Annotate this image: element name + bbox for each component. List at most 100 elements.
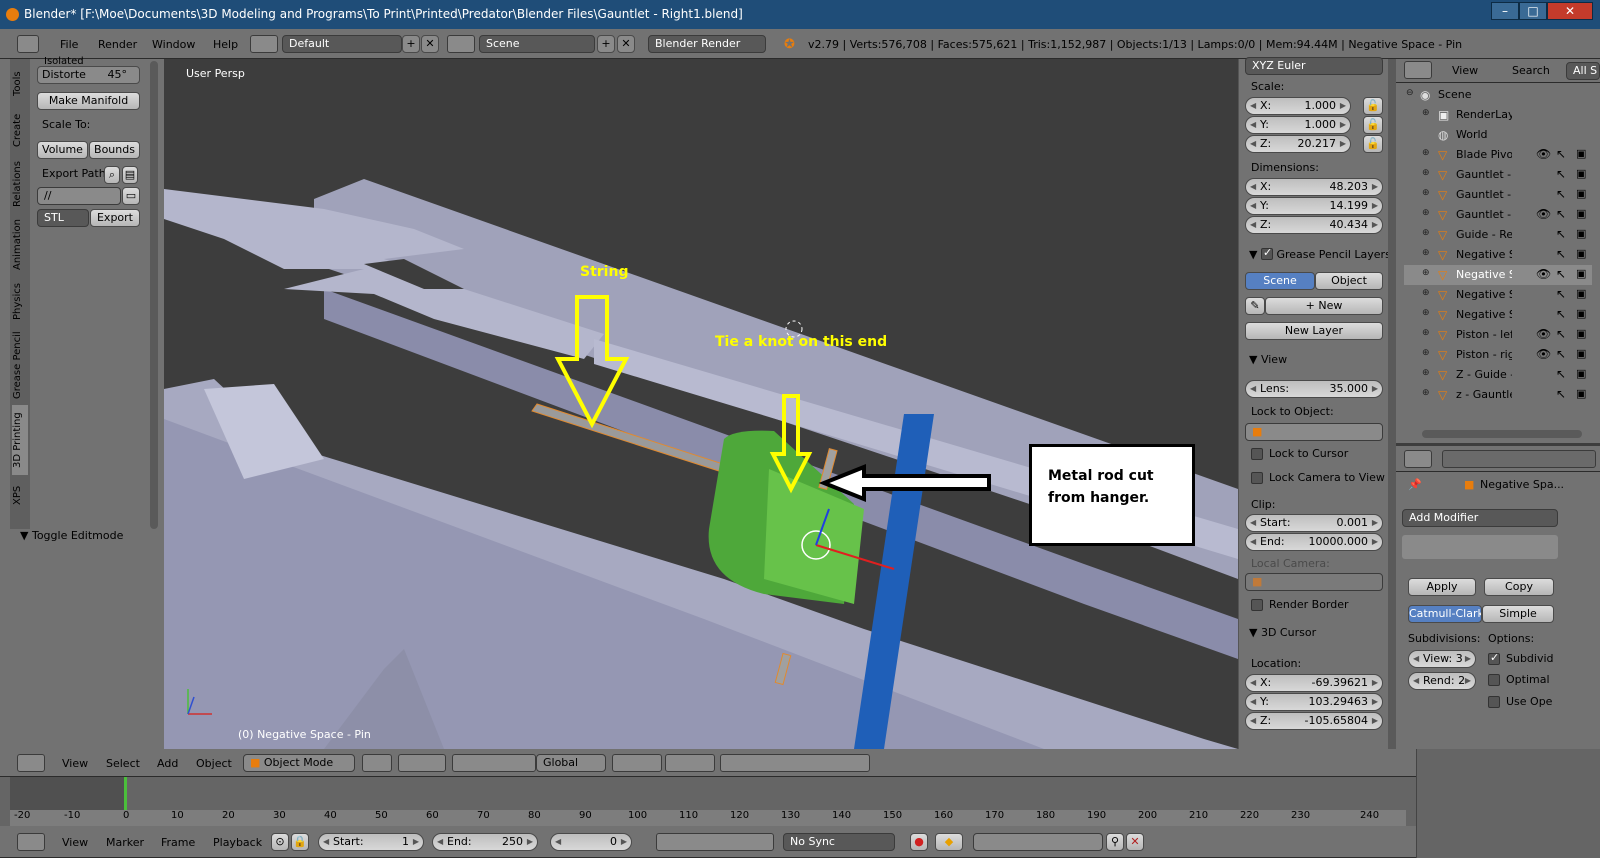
outliner-row[interactable]: ⊕ ▽ Piston - rig 👁 ↖ ▣ (1404, 345, 1592, 365)
layer-buttons-1[interactable] (612, 754, 662, 772)
outliner-row[interactable]: ⊕ ▽ Gauntlet - ↖ ▣ (1404, 185, 1592, 205)
eyedropper-icon[interactable]: ⌕ (104, 166, 120, 184)
render-engine-select[interactable]: Blender Render (648, 35, 766, 53)
menu-help[interactable]: Help (213, 38, 238, 51)
outliner-search-menu[interactable]: Search (1512, 64, 1550, 77)
outliner-scrollbar[interactable] (1422, 430, 1582, 438)
dimension-y-field[interactable]: ◀ Y: 14.199 ▶ (1245, 197, 1383, 215)
manipulator-buttons[interactable] (452, 754, 536, 772)
outliner-row[interactable]: ⊕ ▽ z - Gauntle ↖ ▣ (1404, 385, 1592, 405)
lens-field[interactable]: ◀ Lens: 35.000 ▶ (1245, 380, 1383, 398)
keying-set-field[interactable] (973, 833, 1103, 851)
layout-add-button[interactable]: + (402, 35, 420, 53)
toggle-editmode-panel[interactable]: ▼ Toggle Editmode (20, 529, 123, 542)
shading-select[interactable] (362, 754, 392, 772)
minimize-button[interactable]: – (1491, 2, 1519, 20)
export-format-select[interactable]: STL (37, 209, 89, 227)
new-layer-button[interactable]: New Layer (1245, 322, 1383, 340)
grease-object-tab[interactable]: Object (1315, 272, 1383, 290)
tab-physics[interactable]: Physics (12, 279, 28, 325)
grease-new-button[interactable]: + New (1265, 297, 1383, 315)
sync-mode-select[interactable]: No Sync (783, 833, 895, 851)
scale-x-field[interactable]: ◀ X: 1.000 ▶ (1245, 97, 1351, 115)
lock-icon[interactable]: 🔒 (291, 833, 309, 851)
outliner-row[interactable]: ⊕ ▽ Negative S ↖ ▣ (1404, 285, 1592, 305)
scene-add-button[interactable]: + (597, 35, 615, 53)
modifier-header[interactable] (1402, 535, 1558, 559)
close-button[interactable]: ✕ (1547, 2, 1593, 20)
clip-end-field[interactable]: ◀ End: 10000.000 ▶ (1245, 533, 1383, 551)
end-frame-field[interactable]: ◀ End: 250 ▶ (432, 833, 538, 851)
lock-cursor-checkbox[interactable] (1251, 448, 1263, 460)
outliner-row[interactable]: ⊕ ▽ Gauntlet - ↖ ▣ (1404, 165, 1592, 185)
outliner-view-menu[interactable]: View (1452, 64, 1478, 77)
timeline-marker-menu[interactable]: Marker (106, 836, 144, 849)
optimal-checkbox[interactable] (1488, 674, 1500, 686)
cursor-z-field[interactable]: ◀ Z: -105.65804 ▶ (1245, 712, 1383, 730)
outliner-row[interactable]: ◍ World (1404, 125, 1592, 145)
menu-render[interactable]: Render (98, 38, 137, 51)
view-menu[interactable]: View (62, 757, 88, 770)
layer-buttons-2[interactable] (665, 754, 715, 772)
viewport-tools[interactable] (720, 754, 870, 772)
outliner-row[interactable]: ⊕ ▽ Blade Pivo 👁 ↖ ▣ (1404, 145, 1592, 165)
subdivide-uvs-checkbox[interactable] (1488, 651, 1500, 665)
outliner-row[interactable]: ⊕ ▣ RenderLay (1404, 105, 1592, 125)
file-browse-icon[interactable]: ▤ (122, 166, 138, 184)
tab-relations[interactable]: Relations (12, 157, 28, 211)
volume-button[interactable]: Volume (37, 141, 88, 159)
playback-controls[interactable] (656, 833, 774, 851)
3d-viewport[interactable]: User Persp (0) Negative Space - Pin Stri… (164, 59, 1238, 749)
opensubdiv-checkbox[interactable] (1488, 696, 1500, 708)
outliner-row[interactable]: ⊕ ▽ Piston - lef 👁 ↖ ▣ (1404, 325, 1592, 345)
layout-remove-button[interactable]: ✕ (421, 35, 439, 53)
folder-icon[interactable]: ▭ (122, 187, 140, 205)
record-preview-icon[interactable]: ⊙ (271, 833, 289, 851)
view-subdiv-field[interactable]: ◀ View: 3 ▶ (1408, 650, 1476, 668)
scene-field[interactable]: Scene (479, 35, 595, 53)
tab-tools[interactable]: Tools (12, 65, 28, 103)
auto-key-record-icon[interactable]: ● (910, 833, 928, 851)
cursor-y-field[interactable]: ◀ Y: 103.29463 ▶ (1245, 693, 1383, 711)
layout-icon[interactable] (250, 35, 278, 53)
n-panel-scrollbar[interactable] (1388, 59, 1396, 749)
lock-object-field[interactable]: ■ (1245, 423, 1383, 441)
grease-pencil-checkbox[interactable] (1260, 246, 1273, 260)
dimension-x-field[interactable]: ◀ X: 48.203 ▶ (1245, 178, 1383, 196)
lock-scale-x-icon[interactable]: 🔓 (1363, 97, 1383, 115)
outliner-row[interactable]: ⊕ ▽ Guide - Re ↖ ▣ (1404, 225, 1592, 245)
render-subdiv-field[interactable]: ◀ Rend: 2 ▶ (1408, 672, 1476, 690)
properties-context-tabs[interactable] (1442, 450, 1596, 468)
scene-icon[interactable] (447, 35, 475, 53)
scene-remove-button[interactable]: ✕ (617, 35, 635, 53)
outliner-row-selected[interactable]: ⊕ ▽ Negative S 👁 ↖ ▣ (1404, 265, 1592, 285)
catmull-clark-tab[interactable]: Catmull-Clark (1408, 605, 1482, 623)
copy-button[interactable]: Copy (1484, 578, 1554, 596)
export-button[interactable]: Export (90, 209, 140, 227)
lock-scale-z-icon[interactable]: 🔓 (1363, 135, 1383, 153)
insert-keyframe-icon[interactable]: ⚲ (1106, 833, 1124, 851)
add-menu[interactable]: Add (157, 757, 178, 770)
timeline-editor-icon[interactable] (17, 833, 45, 851)
layout-field[interactable]: Default (282, 35, 402, 53)
outliner-row[interactable]: ⊕ ▽ Negative S ↖ ▣ (1404, 305, 1592, 325)
editor-type-icon[interactable] (17, 35, 39, 53)
outliner-filter-select[interactable]: All S (1566, 62, 1600, 80)
interaction-mode-select[interactable]: ■ Object Mode (243, 754, 355, 772)
properties-editor-icon[interactable] (1404, 450, 1432, 468)
add-modifier-select[interactable]: Add Modifier (1402, 509, 1558, 527)
tab-create[interactable]: Create (12, 107, 28, 153)
outliner-row[interactable]: ⊕ ▽ Negative S ↖ ▣ (1404, 245, 1592, 265)
rotation-mode-select[interactable]: XYZ Euler (1245, 57, 1383, 75)
scale-y-field[interactable]: ◀ Y: 1.000 ▶ (1245, 116, 1351, 134)
apply-button[interactable]: Apply (1408, 578, 1476, 596)
view3d-editor-icon[interactable] (17, 754, 45, 772)
tab-xps[interactable]: XPS (12, 479, 28, 511)
timeline-view-menu[interactable]: View (62, 836, 88, 849)
tab-animation[interactable]: Animation (12, 215, 28, 275)
delete-keyframe-icon[interactable]: ✕ (1126, 833, 1144, 851)
make-manifold-button[interactable]: Make Manifold (37, 92, 140, 110)
lock-camera-checkbox[interactable] (1251, 472, 1263, 484)
dimension-z-field[interactable]: ◀ Z: 40.434 ▶ (1245, 216, 1383, 234)
current-frame-field[interactable]: ◀ 0 ▶ (550, 833, 632, 851)
